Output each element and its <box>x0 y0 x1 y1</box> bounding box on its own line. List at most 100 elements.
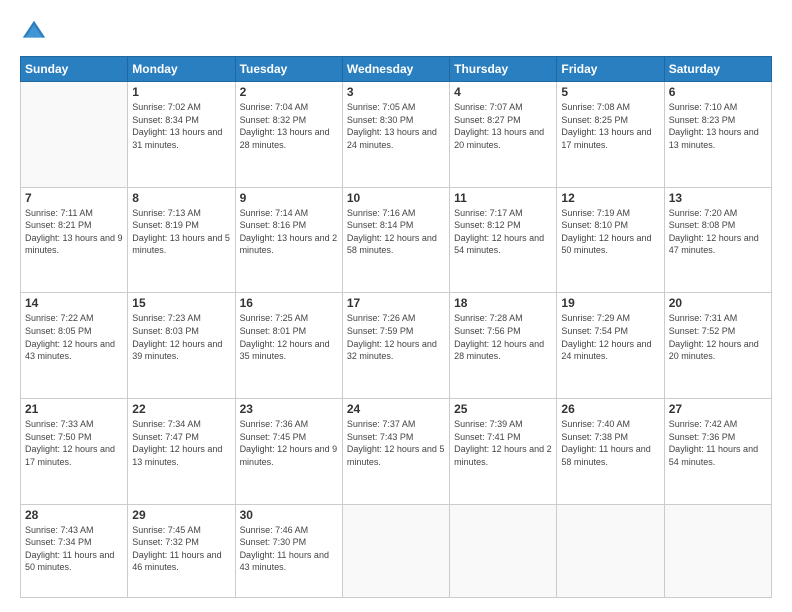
day-info: Sunrise: 7:39 AM Sunset: 7:41 PM Dayligh… <box>454 418 552 468</box>
day-info: Sunrise: 7:37 AM Sunset: 7:43 PM Dayligh… <box>347 418 445 468</box>
calendar-cell <box>21 82 128 188</box>
day-header-sunday: Sunday <box>21 57 128 82</box>
day-number: 28 <box>25 508 123 522</box>
day-info: Sunrise: 7:14 AM Sunset: 8:16 PM Dayligh… <box>240 207 338 257</box>
calendar-cell: 8 Sunrise: 7:13 AM Sunset: 8:19 PM Daylig… <box>128 187 235 293</box>
day-number: 27 <box>669 402 767 416</box>
calendar-cell: 21 Sunrise: 7:33 AM Sunset: 7:50 PM Dayli… <box>21 399 128 505</box>
day-info: Sunrise: 7:11 AM Sunset: 8:21 PM Dayligh… <box>25 207 123 257</box>
day-number: 18 <box>454 296 552 310</box>
day-number: 10 <box>347 191 445 205</box>
day-info: Sunrise: 7:42 AM Sunset: 7:36 PM Dayligh… <box>669 418 767 468</box>
calendar-cell: 1 Sunrise: 7:02 AM Sunset: 8:34 PM Daylig… <box>128 82 235 188</box>
day-header-monday: Monday <box>128 57 235 82</box>
calendar-cell: 7 Sunrise: 7:11 AM Sunset: 8:21 PM Daylig… <box>21 187 128 293</box>
day-info: Sunrise: 7:16 AM Sunset: 8:14 PM Dayligh… <box>347 207 445 257</box>
day-info: Sunrise: 7:19 AM Sunset: 8:10 PM Dayligh… <box>561 207 659 257</box>
day-info: Sunrise: 7:25 AM Sunset: 8:01 PM Dayligh… <box>240 312 338 362</box>
calendar-cell: 12 Sunrise: 7:19 AM Sunset: 8:10 PM Dayli… <box>557 187 664 293</box>
day-number: 16 <box>240 296 338 310</box>
day-number: 8 <box>132 191 230 205</box>
day-number: 1 <box>132 85 230 99</box>
week-row-3: 14 Sunrise: 7:22 AM Sunset: 8:05 PM Dayli… <box>21 293 772 399</box>
day-info: Sunrise: 7:07 AM Sunset: 8:27 PM Dayligh… <box>454 101 552 151</box>
calendar-cell: 24 Sunrise: 7:37 AM Sunset: 7:43 PM Dayli… <box>342 399 449 505</box>
day-number: 9 <box>240 191 338 205</box>
day-number: 7 <box>25 191 123 205</box>
day-info: Sunrise: 7:10 AM Sunset: 8:23 PM Dayligh… <box>669 101 767 151</box>
day-info: Sunrise: 7:33 AM Sunset: 7:50 PM Dayligh… <box>25 418 123 468</box>
calendar-cell: 14 Sunrise: 7:22 AM Sunset: 8:05 PM Dayli… <box>21 293 128 399</box>
header <box>20 18 772 46</box>
calendar-cell: 2 Sunrise: 7:04 AM Sunset: 8:32 PM Daylig… <box>235 82 342 188</box>
day-number: 21 <box>25 402 123 416</box>
day-number: 15 <box>132 296 230 310</box>
day-number: 30 <box>240 508 338 522</box>
day-info: Sunrise: 7:22 AM Sunset: 8:05 PM Dayligh… <box>25 312 123 362</box>
day-number: 13 <box>669 191 767 205</box>
week-row-1: 1 Sunrise: 7:02 AM Sunset: 8:34 PM Daylig… <box>21 82 772 188</box>
calendar-cell: 3Sunrise: 7:05 AM Sunset: 8:30 PM Daylig… <box>342 82 449 188</box>
day-number: 14 <box>25 296 123 310</box>
day-number: 12 <box>561 191 659 205</box>
day-info: Sunrise: 7:29 AM Sunset: 7:54 PM Dayligh… <box>561 312 659 362</box>
calendar-cell: 19 Sunrise: 7:29 AM Sunset: 7:54 PM Dayli… <box>557 293 664 399</box>
day-info: Sunrise: 7:17 AM Sunset: 8:12 PM Dayligh… <box>454 207 552 257</box>
day-info: Sunrise: 7:02 AM Sunset: 8:34 PM Dayligh… <box>132 101 230 151</box>
day-header-wednesday: Wednesday <box>342 57 449 82</box>
calendar-cell: 26Sunrise: 7:40 AM Sunset: 7:38 PM Dayli… <box>557 399 664 505</box>
calendar-cell: 9 Sunrise: 7:14 AM Sunset: 8:16 PM Daylig… <box>235 187 342 293</box>
page: SundayMondayTuesdayWednesdayThursdayFrid… <box>0 0 792 612</box>
days-header-row: SundayMondayTuesdayWednesdayThursdayFrid… <box>21 57 772 82</box>
calendar-cell: 13 Sunrise: 7:20 AM Sunset: 8:08 PM Dayli… <box>664 187 771 293</box>
calendar-cell: 18 Sunrise: 7:28 AM Sunset: 7:56 PM Dayli… <box>450 293 557 399</box>
calendar-cell: 22 Sunrise: 7:34 AM Sunset: 7:47 PM Dayli… <box>128 399 235 505</box>
day-info: Sunrise: 7:20 AM Sunset: 8:08 PM Dayligh… <box>669 207 767 257</box>
day-header-tuesday: Tuesday <box>235 57 342 82</box>
day-number: 2 <box>240 85 338 99</box>
day-info: Sunrise: 7:08 AM Sunset: 8:25 PM Dayligh… <box>561 101 659 151</box>
day-number: 5 <box>561 85 659 99</box>
day-number: 26 <box>561 402 659 416</box>
logo <box>20 18 52 46</box>
day-header-thursday: Thursday <box>450 57 557 82</box>
day-info: Sunrise: 7:23 AM Sunset: 8:03 PM Dayligh… <box>132 312 230 362</box>
calendar-cell: 27 Sunrise: 7:42 AM Sunset: 7:36 PM Dayli… <box>664 399 771 505</box>
calendar-cell: 30 Sunrise: 7:46 AM Sunset: 7:30 PM Dayli… <box>235 504 342 597</box>
day-number: 4 <box>454 85 552 99</box>
day-number: 22 <box>132 402 230 416</box>
day-number: 19 <box>561 296 659 310</box>
calendar-cell: 23 Sunrise: 7:36 AM Sunset: 7:45 PM Dayli… <box>235 399 342 505</box>
day-info: Sunrise: 7:34 AM Sunset: 7:47 PM Dayligh… <box>132 418 230 468</box>
calendar-cell: 5 Sunrise: 7:08 AM Sunset: 8:25 PM Daylig… <box>557 82 664 188</box>
calendar-cell: 25 Sunrise: 7:39 AM Sunset: 7:41 PM Dayli… <box>450 399 557 505</box>
calendar-cell: 4 Sunrise: 7:07 AM Sunset: 8:27 PM Daylig… <box>450 82 557 188</box>
day-info: Sunrise: 7:45 AM Sunset: 7:32 PM Dayligh… <box>132 524 230 574</box>
calendar-cell: 16 Sunrise: 7:25 AM Sunset: 8:01 PM Dayli… <box>235 293 342 399</box>
day-info: Sunrise: 7:31 AM Sunset: 7:52 PM Dayligh… <box>669 312 767 362</box>
day-info: Sunrise: 7:13 AM Sunset: 8:19 PM Dayligh… <box>132 207 230 257</box>
day-number: 6 <box>669 85 767 99</box>
day-number: 25 <box>454 402 552 416</box>
day-number: 20 <box>669 296 767 310</box>
day-info: Sunrise: 7:36 AM Sunset: 7:45 PM Dayligh… <box>240 418 338 468</box>
day-header-saturday: Saturday <box>664 57 771 82</box>
calendar-cell: 11Sunrise: 7:17 AM Sunset: 8:12 PM Dayli… <box>450 187 557 293</box>
week-row-2: 7 Sunrise: 7:11 AM Sunset: 8:21 PM Daylig… <box>21 187 772 293</box>
day-header-friday: Friday <box>557 57 664 82</box>
week-row-4: 21 Sunrise: 7:33 AM Sunset: 7:50 PM Dayli… <box>21 399 772 505</box>
calendar-cell: 15 Sunrise: 7:23 AM Sunset: 8:03 PM Dayli… <box>128 293 235 399</box>
day-info: Sunrise: 7:43 AM Sunset: 7:34 PM Dayligh… <box>25 524 123 574</box>
day-number: 23 <box>240 402 338 416</box>
day-info: Sunrise: 7:05 AM Sunset: 8:30 PM Dayligh… <box>347 101 445 151</box>
calendar-cell <box>557 504 664 597</box>
day-number: 24 <box>347 402 445 416</box>
calendar-cell: 20 Sunrise: 7:31 AM Sunset: 7:52 PM Dayli… <box>664 293 771 399</box>
calendar-cell <box>664 504 771 597</box>
calendar-cell <box>450 504 557 597</box>
day-info: Sunrise: 7:04 AM Sunset: 8:32 PM Dayligh… <box>240 101 338 151</box>
day-info: Sunrise: 7:46 AM Sunset: 7:30 PM Dayligh… <box>240 524 338 574</box>
calendar-cell: 28 Sunrise: 7:43 AM Sunset: 7:34 PM Dayli… <box>21 504 128 597</box>
day-number: 29 <box>132 508 230 522</box>
day-info: Sunrise: 7:28 AM Sunset: 7:56 PM Dayligh… <box>454 312 552 362</box>
